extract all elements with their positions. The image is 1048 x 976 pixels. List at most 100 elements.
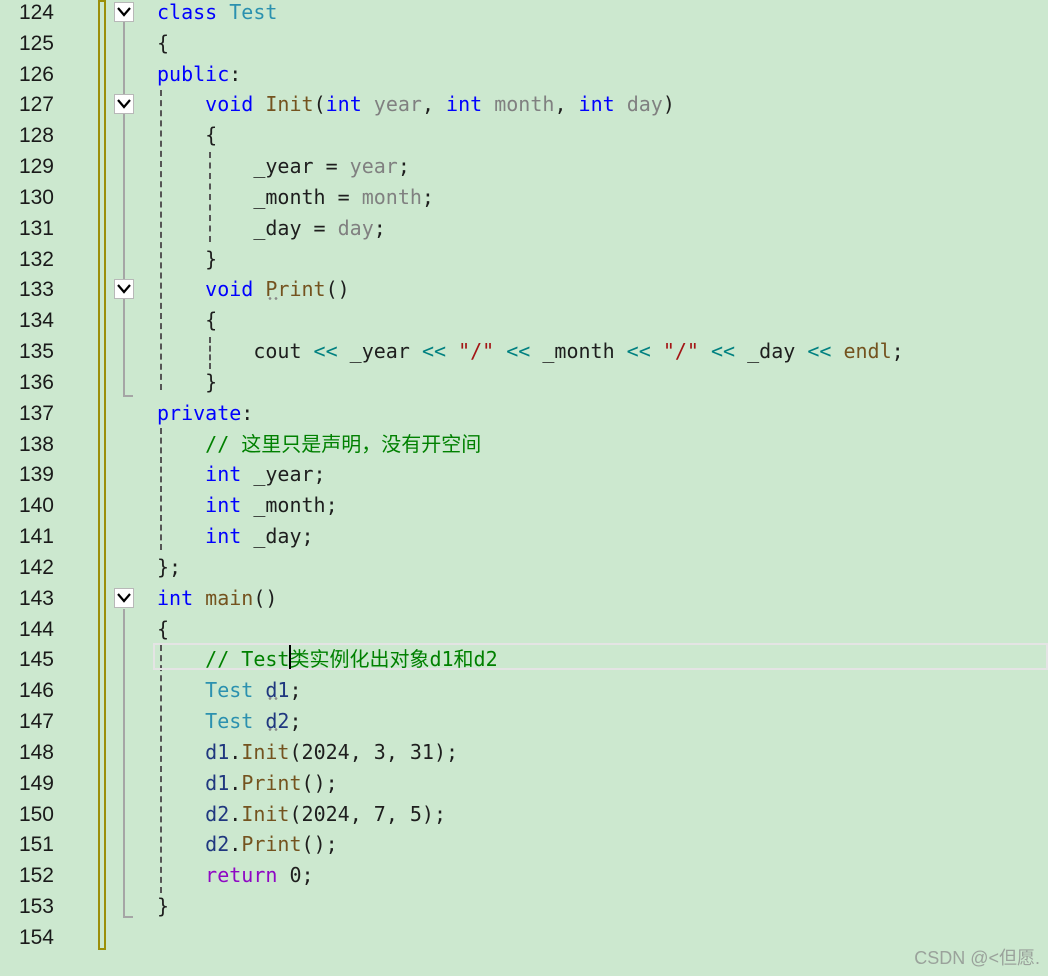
code-text: _year = year; bbox=[157, 151, 410, 182]
code-token: . bbox=[229, 739, 242, 764]
line-number: 151 bbox=[18, 833, 54, 857]
code-line[interactable]: 145 // Test类实例化出对象d1和d2 bbox=[0, 644, 1048, 675]
code-token: _month; bbox=[241, 493, 338, 518]
code-text: _day = day; bbox=[157, 213, 385, 244]
code-line[interactable]: 139 int _year; bbox=[0, 459, 1048, 490]
code-line[interactable]: 141 int _day; bbox=[0, 521, 1048, 552]
code-text: int _day; bbox=[157, 521, 313, 552]
code-token: } bbox=[157, 894, 170, 919]
code-line[interactable]: 135 cout << _year << "/" << _month << "/… bbox=[0, 336, 1048, 367]
code-line[interactable]: 128 { bbox=[0, 120, 1048, 151]
code-line[interactable]: 126 public: bbox=[0, 59, 1048, 90]
watermark: CSDN @<但愿. bbox=[914, 948, 1040, 968]
line-number: 129 bbox=[18, 155, 54, 179]
collapse-chevron-icon[interactable] bbox=[114, 94, 134, 115]
code-token: int bbox=[205, 462, 242, 487]
code-text: int _year; bbox=[157, 459, 325, 490]
code-line[interactable]: 133 void Print() bbox=[0, 274, 1048, 305]
code-line[interactable]: 138 // 这里只是声明，没有开空间 bbox=[0, 429, 1048, 460]
code-token: Test bbox=[205, 709, 254, 734]
code-line[interactable]: 153} bbox=[0, 891, 1048, 922]
code-token: cout bbox=[157, 339, 314, 364]
code-line[interactable]: 140 int _month; bbox=[0, 490, 1048, 521]
collapse-chevron-icon[interactable] bbox=[114, 2, 134, 22]
code-token: Print bbox=[241, 832, 302, 857]
code-token: , bbox=[421, 92, 447, 117]
code-token: } bbox=[157, 369, 218, 394]
collapse-chevron-icon[interactable] bbox=[114, 587, 134, 608]
code-text: Test d1; bbox=[157, 675, 301, 706]
code-line[interactable]: 152 return 0; bbox=[0, 860, 1048, 891]
code-line[interactable]: 144 { bbox=[0, 614, 1048, 645]
code-token: : bbox=[229, 61, 242, 86]
line-number: 125 bbox=[18, 31, 54, 55]
code-token: Print bbox=[241, 770, 302, 795]
code-line[interactable]: 131 _day = day; bbox=[0, 213, 1048, 244]
code-line[interactable]: 137 private: bbox=[0, 398, 1048, 429]
collapse-chevron-icon[interactable] bbox=[114, 279, 134, 300]
code-text: } bbox=[157, 367, 217, 398]
line-number: 132 bbox=[18, 247, 54, 271]
code-line[interactable]: 148 d1.Init(2024, 3, 31); bbox=[0, 737, 1048, 768]
code-line[interactable]: 150 d2.Init(2024, 7, 5); bbox=[0, 799, 1048, 830]
code-text: } bbox=[157, 891, 169, 922]
code-text: void Init(int year, int month, int day) bbox=[157, 89, 675, 120]
code-token: main bbox=[205, 585, 254, 610]
code-token: _year = bbox=[157, 154, 350, 179]
code-line[interactable]: 149 d1.Print(); bbox=[0, 768, 1048, 799]
code-token: << bbox=[421, 339, 447, 364]
code-line[interactable]: 143 int main() bbox=[0, 583, 1048, 614]
code-token: day bbox=[337, 215, 374, 240]
code-token: << bbox=[506, 339, 531, 364]
line-number: 142 bbox=[18, 555, 54, 579]
code-token: (); bbox=[301, 770, 338, 795]
code-text: d1.Print(); bbox=[157, 768, 338, 799]
line-number: 148 bbox=[18, 740, 54, 764]
code-token: ( bbox=[313, 92, 326, 117]
code-line[interactable]: 125 { bbox=[0, 28, 1048, 59]
code-token: // 这里只是声明，没有开空间 bbox=[205, 431, 482, 456]
line-number: 128 bbox=[18, 124, 54, 148]
code-line[interactable]: 151 d2.Print(); bbox=[0, 829, 1048, 860]
code-text: class Test bbox=[157, 0, 277, 28]
code-token: year bbox=[349, 154, 398, 179]
code-line[interactable]: 154 bbox=[0, 922, 1048, 953]
code-token: month bbox=[494, 92, 555, 117]
line-number: 150 bbox=[18, 802, 54, 826]
code-line[interactable]: 124 class Test bbox=[0, 0, 1048, 28]
code-line[interactable]: 127 void Init(int year, int month, int d… bbox=[0, 89, 1048, 120]
line-number: 140 bbox=[18, 494, 54, 518]
text-caret bbox=[289, 645, 291, 669]
code-line[interactable]: 146 Test d1; bbox=[0, 675, 1048, 706]
code-text: // 这里只是声明，没有开空间 bbox=[157, 429, 481, 460]
code-line[interactable]: 136 } bbox=[0, 367, 1048, 398]
code-token: (2024, 3, 31); bbox=[289, 739, 459, 764]
line-number: 147 bbox=[18, 710, 54, 734]
code-line[interactable]: 129 _year = year; bbox=[0, 151, 1048, 182]
code-line[interactable]: 142}; bbox=[0, 552, 1048, 583]
code-text: // Test类实例化出对象d1和d2 bbox=[157, 644, 497, 675]
code-token: int bbox=[205, 524, 242, 549]
code-line[interactable]: 132 } bbox=[0, 244, 1048, 275]
code-token: public bbox=[157, 61, 230, 86]
code-line[interactable]: 130 _month = month; bbox=[0, 182, 1048, 213]
code-line[interactable]: 134 { bbox=[0, 305, 1048, 336]
code-line[interactable]: 147 Test d2; bbox=[0, 706, 1048, 737]
code-token: << bbox=[807, 339, 832, 364]
code-editor[interactable]: 124 class Test 125{126 public: 127 void Init… bbox=[0, 0, 1048, 976]
code-text: d2.Print(); bbox=[157, 829, 337, 860]
code-text: d2.Init(2024, 7, 5); bbox=[157, 799, 446, 830]
line-number: 141 bbox=[18, 525, 54, 549]
